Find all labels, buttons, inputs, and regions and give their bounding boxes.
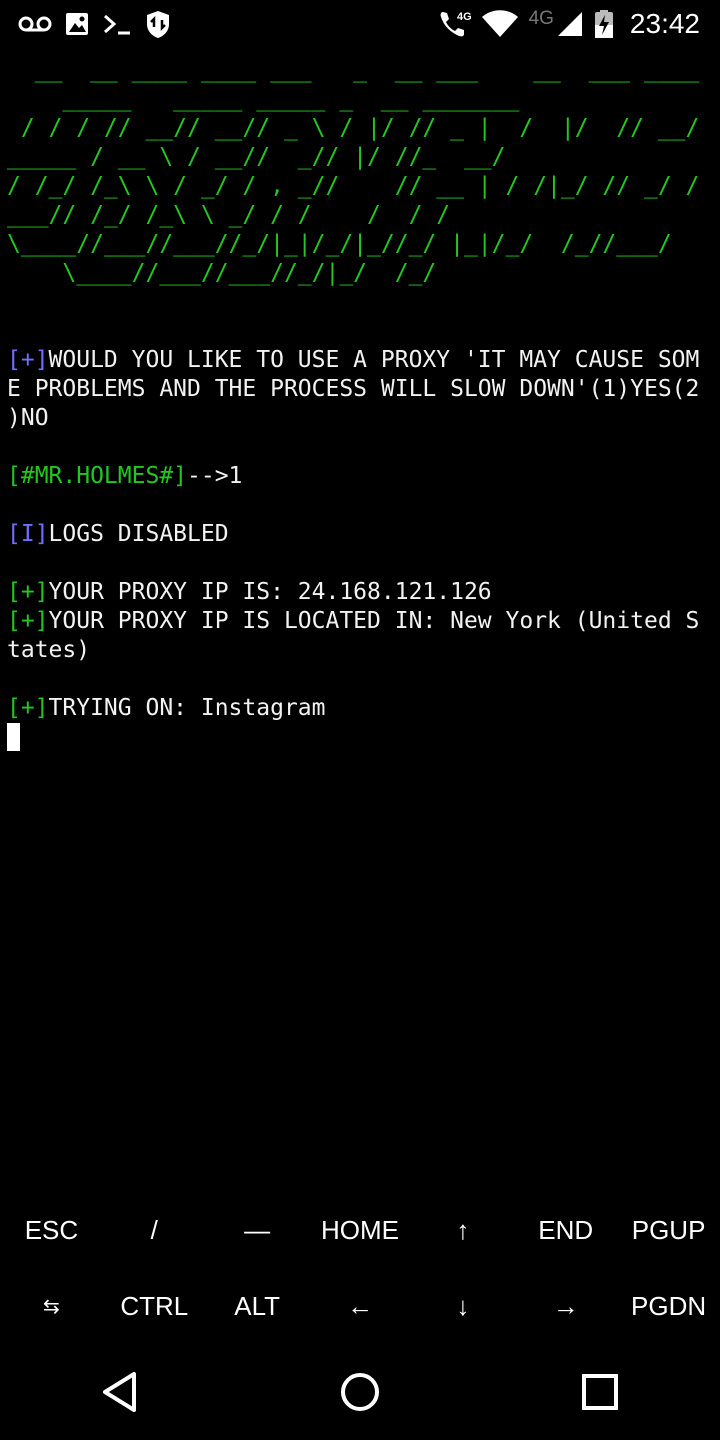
proxy-ip-text: YOUR PROXY IP IS: 24.168.121.126 — [48, 579, 492, 605]
banner-line: ___// /_/ /_\ \ _/ / / / / / — [7, 202, 451, 228]
prompt-tag: [+] — [7, 347, 49, 373]
banner-line: / / / // __// __// _ \ / |/ // _ | / |/ … — [7, 115, 700, 141]
status-bar-system: 4G 4G 23:42 — [437, 6, 700, 42]
terminal-cursor[interactable] — [7, 723, 20, 751]
wifi-icon — [481, 9, 519, 39]
terminal-output[interactable]: __ __ ____ ____ ___ _ __ ___ __ ___ ____… — [7, 56, 713, 752]
proxy-location-line: [+]YOUR PROXY IP IS LOCATED IN: New York… — [7, 607, 713, 636]
network-type-label: 4G — [528, 8, 554, 29]
svg-text:4G: 4G — [457, 11, 471, 23]
battery-charging-icon — [594, 9, 614, 39]
cursor-line — [7, 723, 713, 752]
image-icon — [64, 11, 90, 37]
ascii-banner: __ __ ____ ____ ___ _ __ ___ __ ___ ____… — [7, 56, 713, 288]
logs-status-line: [I]LOGS DISABLED — [7, 520, 713, 549]
recents-button[interactable] — [540, 1344, 660, 1440]
status-bar: 4G 4G 23:42 — [0, 0, 720, 48]
proxy-location-text: YOUR PROXY IP IS LOCATED IN: New York (U… — [48, 608, 700, 634]
extra-keys-bar: ESC / — HOME ↑ END PGUP ⇆ CTRL ALT ← ↓ →… — [0, 1192, 720, 1344]
terminal-icon — [102, 11, 132, 37]
down-arrow-key[interactable]: ↓ — [411, 1268, 514, 1344]
up-arrow-key[interactable]: ↑ — [411, 1192, 514, 1268]
input-value: -->1 — [187, 463, 243, 489]
home-icon — [341, 1373, 379, 1411]
end-key[interactable]: END — [514, 1192, 617, 1268]
status-bar-notifications — [18, 8, 172, 40]
wifi-calling-icon: 4G — [437, 8, 471, 40]
banner-line: \____//___//___//_/|_|/_/|_//_/ |_|/_/ /… — [7, 231, 672, 257]
trying-line: [+]TRYING ON: Instagram — [7, 694, 713, 723]
tab-key[interactable]: ⇆ — [0, 1268, 103, 1344]
back-icon — [103, 1372, 136, 1412]
left-arrow-key[interactable]: ← — [309, 1268, 412, 1344]
banner-line: / /_/ /_\ \ / _/ / , _// // __ | / /|_/ … — [7, 173, 700, 199]
cell-signal-icon — [556, 10, 584, 38]
prompt-text: WOULD YOU LIKE TO USE A PROXY 'IT MAY CA… — [48, 347, 700, 373]
home-key[interactable]: HOME — [309, 1192, 412, 1268]
success-tag: [+] — [7, 608, 49, 634]
proxy-prompt-line: [+]WOULD YOU LIKE TO USE A PROXY 'IT MAY… — [7, 346, 713, 375]
ctrl-key[interactable]: CTRL — [103, 1268, 206, 1344]
voicemail-icon — [18, 14, 52, 34]
navigation-bar — [0, 1344, 720, 1440]
right-arrow-key[interactable]: → — [514, 1268, 617, 1344]
recents-icon — [582, 1374, 618, 1410]
banner-line: __ __ ____ ____ ___ _ __ ___ __ ___ ____ — [7, 57, 700, 83]
esc-key[interactable]: ESC — [0, 1192, 103, 1268]
proxy-prompt-line: E PROBLEMS AND THE PROCESS WILL SLOW DOW… — [7, 376, 700, 402]
logs-status-text: LOGS DISABLED — [48, 521, 229, 547]
extra-keys-row-2: ⇆ CTRL ALT ← ↓ → PGDN — [0, 1268, 720, 1344]
alt-key[interactable]: ALT — [206, 1268, 309, 1344]
proxy-location-line: tates) — [7, 637, 91, 663]
input-prompt-tag: [#MR.HOLMES#] — [7, 463, 188, 489]
proxy-prompt-line: )NO — [7, 405, 49, 431]
pgdn-key[interactable]: PGDN — [617, 1268, 720, 1344]
back-button[interactable] — [60, 1344, 180, 1440]
trying-text: TRYING ON: Instagram — [48, 695, 326, 721]
banner-line: \____//___//___//_/|_/ /_/ — [7, 260, 437, 286]
pgup-key[interactable]: PGUP — [617, 1192, 720, 1268]
home-button[interactable] — [300, 1344, 420, 1440]
data-saver-icon — [144, 9, 172, 39]
dash-key[interactable]: — — [206, 1192, 309, 1268]
proxy-ip-line: [+]YOUR PROXY IP IS: 24.168.121.126 — [7, 578, 713, 607]
user-input-line: [#MR.HOLMES#]-->1 — [7, 462, 713, 491]
info-tag: [I] — [7, 521, 49, 547]
success-tag: [+] — [7, 579, 49, 605]
success-tag: [+] — [7, 695, 49, 721]
banner-line: _____ _____ _____ _ __ _______ — [7, 86, 520, 112]
slash-key[interactable]: / — [103, 1192, 206, 1268]
clock: 23:42 — [629, 8, 700, 39]
banner-line: _____ / __ \ / __// _// |/ //_ __/ — [7, 144, 506, 170]
extra-keys-row-1: ESC / — HOME ↑ END PGUP — [0, 1192, 720, 1268]
